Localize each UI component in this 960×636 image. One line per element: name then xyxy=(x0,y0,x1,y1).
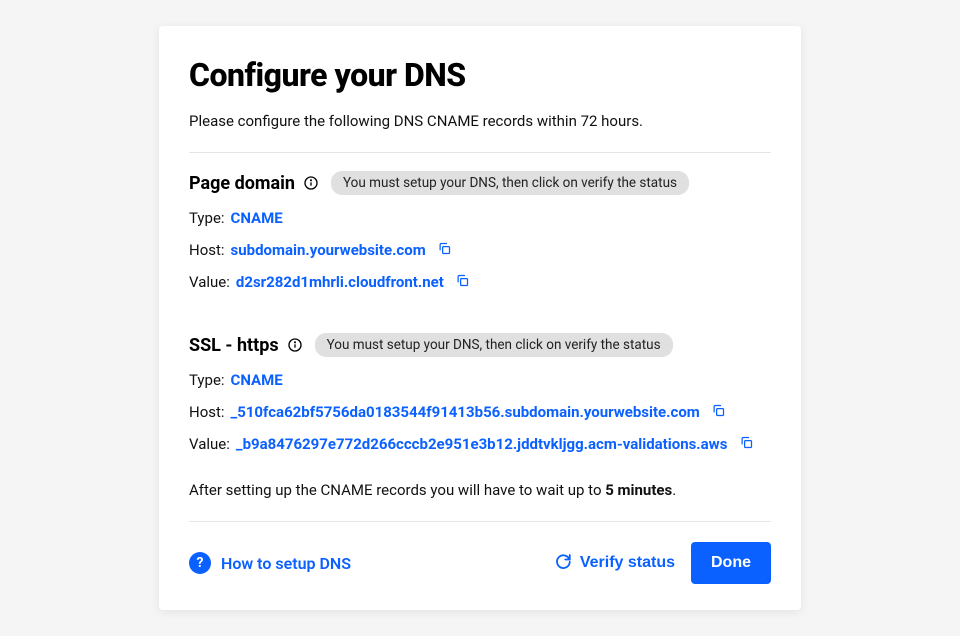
info-icon[interactable] xyxy=(303,175,319,191)
page-domain-section: Page domain You must setup your DNS, the… xyxy=(189,153,771,315)
ssl-value-row: Value: _b9a8476297e772d266cccb2e951e3b12… xyxy=(189,435,771,453)
record-label-type: Type: xyxy=(189,371,225,389)
copy-icon xyxy=(437,241,452,259)
dns-config-modal: Configure your DNS Please configure the … xyxy=(159,26,801,610)
record-label-type: Type: xyxy=(189,209,225,227)
record-value-type: CNAME xyxy=(231,371,283,389)
footer-right: Verify status Done xyxy=(554,542,771,584)
copy-host-button[interactable] xyxy=(436,241,454,259)
modal-subtitle: Please configure the following DNS CNAME… xyxy=(189,112,771,130)
wait-note: After setting up the CNAME records you w… xyxy=(189,481,771,499)
note-suffix: . xyxy=(672,481,676,499)
copy-host-button[interactable] xyxy=(710,403,728,421)
record-value-type: CNAME xyxy=(231,209,283,227)
done-button[interactable]: Done xyxy=(691,542,771,584)
divider xyxy=(189,521,771,522)
page-domain-status-badge: You must setup your DNS, then click on v… xyxy=(331,171,689,195)
help-link-label: How to setup DNS xyxy=(221,554,351,573)
help-link[interactable]: ? How to setup DNS xyxy=(189,552,351,574)
ssl-status-badge: You must setup your DNS, then click on v… xyxy=(315,333,673,357)
record-label-host: Host: xyxy=(189,241,225,259)
page-domain-host-row: Host: subdomain.yourwebsite.com xyxy=(189,241,771,259)
page-domain-title: Page domain xyxy=(189,173,295,194)
note-bold: 5 minutes xyxy=(605,481,672,499)
copy-value-button[interactable] xyxy=(454,273,472,291)
page-domain-header: Page domain You must setup your DNS, the… xyxy=(189,171,771,195)
copy-icon xyxy=(711,403,726,421)
copy-value-button[interactable] xyxy=(737,435,755,453)
record-value-value: d2sr282d1mhrli.cloudfront.net xyxy=(236,273,444,291)
modal-title: Configure your DNS xyxy=(189,56,771,94)
page-domain-type-row: Type: CNAME xyxy=(189,209,771,227)
ssl-header: SSL - https You must setup your DNS, the… xyxy=(189,333,771,357)
page-domain-value-row: Value: d2sr282d1mhrli.cloudfront.net xyxy=(189,273,771,291)
info-icon[interactable] xyxy=(287,337,303,353)
ssl-section: SSL - https You must setup your DNS, the… xyxy=(189,315,771,477)
ssl-type-row: Type: CNAME xyxy=(189,371,771,389)
record-label-value: Value: xyxy=(189,273,230,291)
verify-status-label: Verify status xyxy=(580,554,675,572)
refresh-icon xyxy=(554,552,572,575)
note-prefix: After setting up the CNAME records you w… xyxy=(189,481,605,499)
verify-status-button[interactable]: Verify status xyxy=(554,552,675,575)
ssl-title: SSL - https xyxy=(189,335,279,356)
record-label-host: Host: xyxy=(189,403,225,421)
record-label-value: Value: xyxy=(189,435,230,453)
help-icon: ? xyxy=(189,552,211,574)
close-button[interactable] xyxy=(753,50,777,74)
ssl-host-row: Host: _510fca62bf5756da0183544f91413b56.… xyxy=(189,403,771,421)
copy-icon xyxy=(739,435,754,453)
copy-icon xyxy=(455,273,470,291)
footer-left: ? How to setup DNS xyxy=(189,552,351,574)
footer: ? How to setup DNS Verify status Done xyxy=(189,542,771,584)
record-value-value: _b9a8476297e772d266cccb2e951e3b12.jddtvk… xyxy=(236,435,728,453)
record-value-host: _510fca62bf5756da0183544f91413b56.subdom… xyxy=(231,403,700,421)
record-value-host: subdomain.yourwebsite.com xyxy=(231,241,426,259)
